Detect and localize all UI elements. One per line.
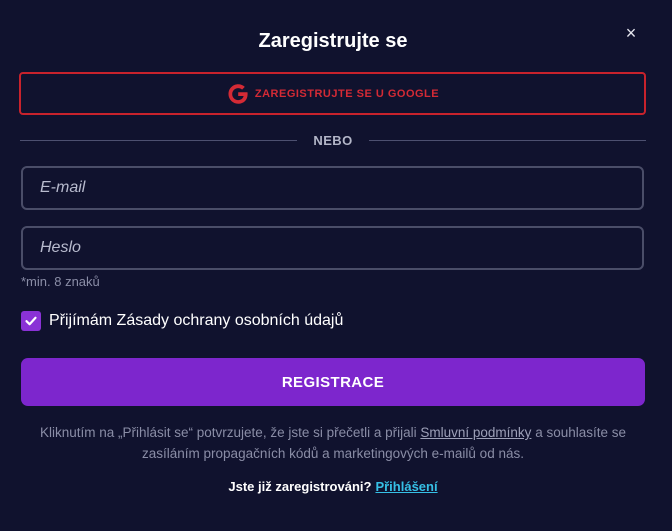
legal-notice: Kliknutím na „Přihlásit se“ potvrzujete,… <box>30 422 636 464</box>
or-divider: NEBO <box>20 131 647 149</box>
legal-text-before: Kliknutím na „Přihlásit se“ potvrzujete,… <box>39 425 421 440</box>
password-hint: *min. 8 znaků <box>21 274 100 289</box>
modal-title: Zaregistrujte se <box>258 30 408 52</box>
privacy-consent[interactable]: Přijímám Zásady ochrany osobních údajů <box>21 311 343 331</box>
login-prompt: Jste již zaregistrováni? Přihlášení <box>0 479 666 494</box>
register-button-label: REGISTRACE <box>281 373 385 391</box>
register-modal: × Zaregistrujte se ZAREGISTRUJTE SE U GO… <box>0 0 672 531</box>
consent-label: Přijímám Zásady ochrany osobních údajů <box>49 312 344 329</box>
google-g-icon <box>228 83 248 104</box>
register-button[interactable]: REGISTRACE <box>21 358 645 406</box>
email-input[interactable] <box>21 166 644 210</box>
login-prompt-text: Jste již zaregistrováni? <box>228 479 372 494</box>
divider-text: NEBO <box>313 132 353 148</box>
divider-line-right <box>368 139 647 141</box>
checkmark-icon <box>25 316 37 326</box>
google-register-label: ZAREGISTRUJTE SE U GOOGLE <box>254 87 440 100</box>
password-input[interactable] <box>21 226 644 270</box>
terms-link[interactable]: Smluvní podmínky <box>420 425 531 440</box>
divider-line-left <box>20 139 298 141</box>
consent-checkbox[interactable] <box>21 311 41 331</box>
google-register-button[interactable]: ZAREGISTRUJTE SE U GOOGLE <box>19 72 646 115</box>
login-link[interactable]: Přihlášení <box>375 479 437 494</box>
